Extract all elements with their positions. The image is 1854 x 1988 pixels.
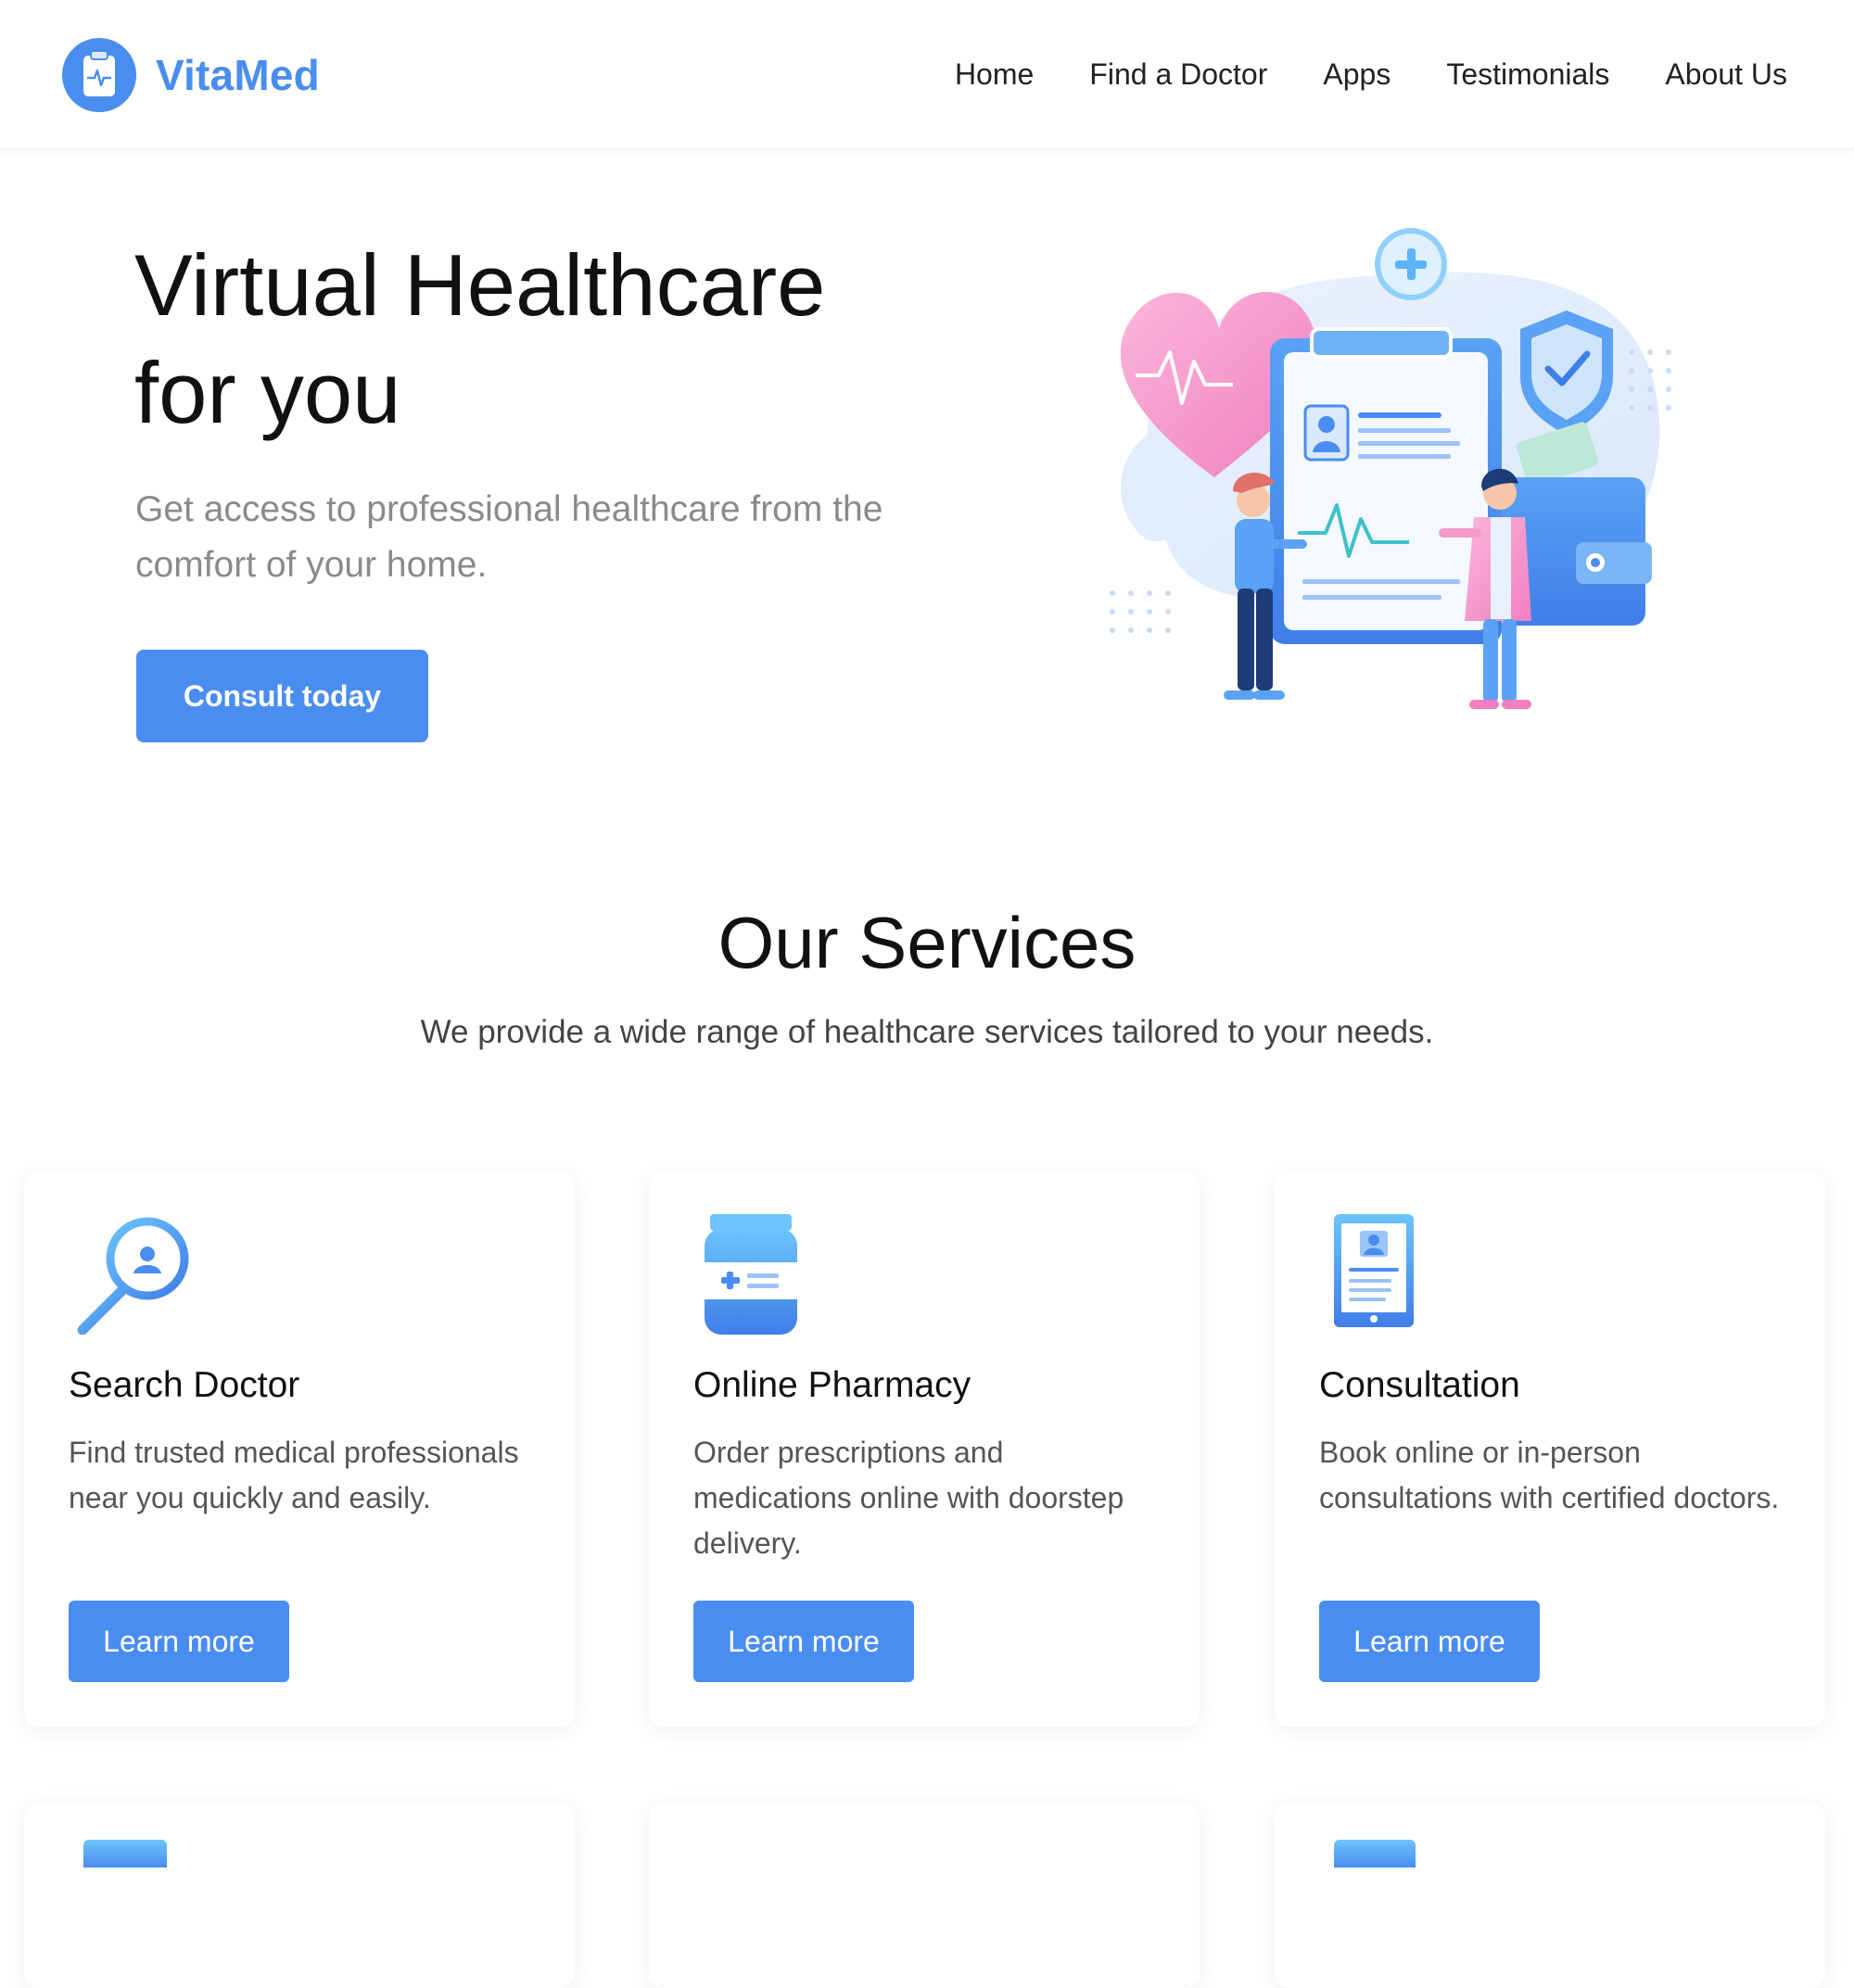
card-description: Find trusted medical professionals near … [69,1436,519,1514]
consult-today-button[interactable]: Consult today [136,650,428,742]
services-subtitle: We provide a wide range of healthcare se… [420,1014,1434,1050]
card-description: Order prescriptions and medications onli… [693,1436,1124,1560]
card-title: Online Pharmacy [693,1365,971,1405]
learn-more-button[interactable]: Learn more [693,1601,914,1682]
card-description: Book online or in-person consultations w… [1319,1436,1780,1514]
service-icon [83,1840,167,1868]
learn-more-button[interactable]: Learn more [1319,1601,1540,1682]
hero-title: Virtual Healthcare for you [134,232,969,447]
nav-about-us[interactable]: About Us [1665,57,1787,92]
service-card-consultation: Consultation Book online or in-person co… [1275,1172,1825,1727]
nav-home[interactable]: Home [955,57,1034,92]
service-card-online-pharmacy: Online Pharmacy Order prescriptions and … [649,1172,1200,1727]
main-nav: Home Find a Doctor Apps Testimonials Abo… [899,50,1787,98]
card-title: Consultation [1319,1365,1520,1405]
consultation-tablet-icon [1334,1214,1414,1327]
clipboard-logo-icon [62,38,136,112]
pharmacy-bottle-icon [705,1214,797,1335]
healthcare-illustration [1110,228,1671,709]
nav-find-a-doctor[interactable]: Find a Doctor [1089,57,1267,92]
service-icon [1334,1840,1416,1868]
site-header: VitaMed Home Find a Doctor Apps Testimon… [0,0,1854,149]
nav-testimonials[interactable]: Testimonials [1446,57,1609,92]
service-card-row2-2 [649,1803,1200,1988]
nav-apps[interactable]: Apps [1323,57,1390,92]
hero-title-line2: for you [134,344,401,441]
service-card-search-doctor: Search Doctor Find trusted medical profe… [24,1172,575,1727]
service-card-row2-3 [1275,1803,1825,1988]
brand-logo-link[interactable]: VitaMed [61,35,320,115]
hero-title-line1: Virtual Healthcare [134,236,826,334]
card-title: Search Doctor [69,1365,300,1405]
service-card-row2-1 [24,1803,575,1988]
hero-subtitle: Get access to professional healthcare fr… [135,489,883,585]
brand-name: VitaMed [156,51,320,99]
search-doctor-icon [77,1217,189,1335]
learn-more-button[interactable]: Learn more [69,1601,289,1682]
services-title: Our Services [717,902,1137,983]
